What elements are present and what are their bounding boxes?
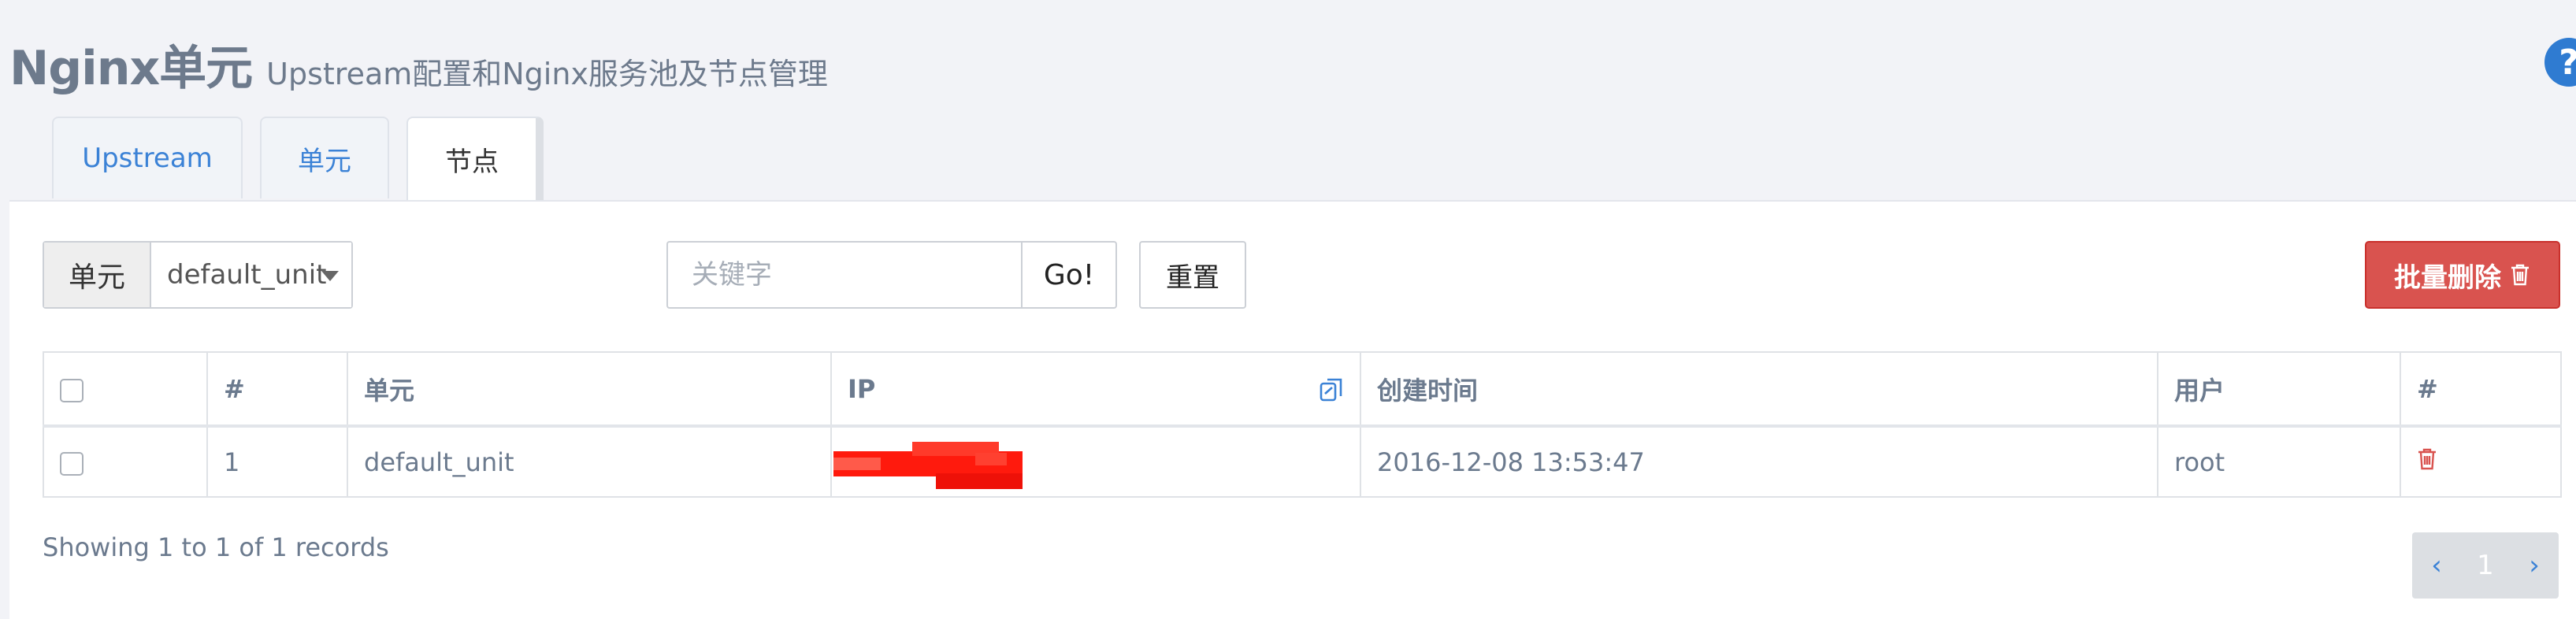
- row-actions: [2400, 425, 2562, 498]
- select-all-cell: [43, 351, 208, 428]
- row-select-cell: [43, 425, 208, 498]
- unit-filter-group: 单元 default_unit: [43, 241, 353, 309]
- row-user: root: [2157, 425, 2401, 498]
- col-actions: #: [2400, 351, 2562, 428]
- col-created: 创建时间: [1360, 351, 2158, 428]
- table-header-row: # 单元 IP 创建时间 用户 #: [43, 351, 2562, 428]
- search-input[interactable]: [666, 241, 1021, 309]
- row-unit: default_unit: [347, 425, 832, 498]
- batch-delete-label: 批量删除: [2394, 261, 2501, 294]
- unit-filter-label: 单元: [44, 243, 151, 307]
- trash-icon: [2509, 262, 2531, 287]
- caret-down-icon: [321, 271, 339, 281]
- pagination: ‹ 1 ›: [2412, 532, 2559, 599]
- question-circle-icon[interactable]: ?: [2544, 38, 2576, 87]
- content-panel: 单元 default_unit Go! 重置 批量删除 # 单元 IP: [9, 200, 2576, 619]
- col-user: 用户: [2157, 351, 2401, 428]
- tab-node[interactable]: 节点: [406, 117, 544, 200]
- search-group: Go!: [666, 241, 1117, 309]
- col-ip-label: IP: [848, 373, 876, 404]
- row-index: 1: [206, 425, 348, 498]
- unit-select-value: default_unit: [167, 259, 327, 291]
- tab-unit[interactable]: 单元: [260, 117, 389, 198]
- nodes-table: # 单元 IP 创建时间 用户 # 1 default_unit 2016-12…: [43, 351, 2562, 498]
- page-number-button[interactable]: 1: [2461, 532, 2510, 599]
- trash-icon[interactable]: [2417, 447, 2437, 477]
- col-ip: IP: [830, 351, 1361, 428]
- go-button[interactable]: Go!: [1021, 241, 1117, 309]
- page-subtitle: Upstream配置和Nginx服务池及节点管理: [266, 57, 828, 91]
- select-all-checkbox[interactable]: [60, 378, 84, 402]
- unit-select[interactable]: default_unit: [151, 243, 351, 307]
- col-unit: 单元: [347, 351, 832, 428]
- records-info: Showing 1 to 1 of 1 records: [43, 532, 389, 562]
- table-row: 1 default_unit 2016-12-08 13:53:47 root: [43, 425, 2562, 498]
- row-checkbox[interactable]: [60, 451, 84, 476]
- tab-bar: Upstream 单元 节点: [52, 117, 561, 200]
- col-index: #: [206, 351, 348, 428]
- redacted-ip: [833, 442, 1023, 489]
- page-title: Nginx单元: [9, 41, 253, 96]
- row-created: 2016-12-08 13:53:47: [1360, 425, 2158, 498]
- tab-upstream[interactable]: Upstream: [52, 117, 243, 198]
- reset-button[interactable]: 重置: [1139, 241, 1246, 309]
- page-prev-button[interactable]: ‹: [2412, 532, 2461, 599]
- row-ip: [830, 425, 1361, 498]
- batch-delete-button[interactable]: 批量删除: [2365, 241, 2560, 309]
- page-next-button[interactable]: ›: [2510, 532, 2559, 599]
- page-header: Nginx单元 Upstream配置和Nginx服务池及节点管理: [9, 30, 828, 96]
- copy-icon[interactable]: [1319, 376, 1346, 410]
